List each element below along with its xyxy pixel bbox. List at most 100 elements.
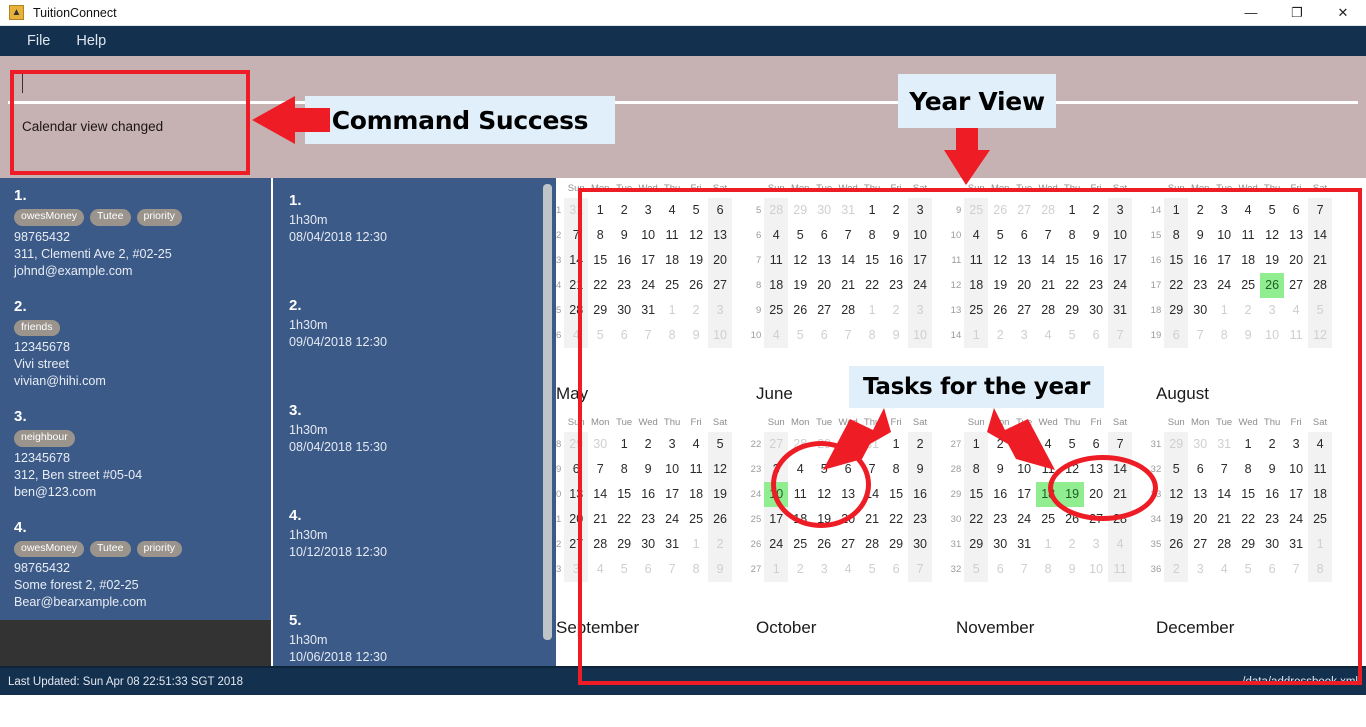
calendar-month[interactable]: MaySunMonTueWedThuFriSat1829301234519678… bbox=[556, 378, 738, 582]
calendar-day-cell[interactable]: 12 bbox=[1060, 457, 1084, 482]
calendar-day-cell[interactable]: 14 bbox=[1036, 248, 1060, 273]
calendar-day-cell[interactable]: 28 bbox=[1036, 198, 1060, 223]
calendar-day-cell[interactable]: 4 bbox=[1236, 198, 1260, 223]
calendar-day-cell[interactable]: 5 bbox=[708, 432, 733, 457]
calendar-day-cell[interactable]: 4 bbox=[684, 432, 708, 457]
calendar-day-cell[interactable]: 2 bbox=[1236, 298, 1260, 323]
calendar-day-cell[interactable]: 12 bbox=[708, 457, 733, 482]
calendar-day-cell[interactable]: 27 bbox=[764, 432, 789, 457]
calendar-day-cell[interactable]: 10 bbox=[908, 323, 933, 348]
calendar-day-cell[interactable]: 13 bbox=[836, 482, 860, 507]
calendar-day-cell[interactable]: 13 bbox=[1188, 482, 1212, 507]
calendar-day-cell[interactable]: 3 bbox=[908, 198, 933, 223]
calendar-day-cell[interactable]: 16 bbox=[612, 248, 636, 273]
calendar-day-cell[interactable]: 31 bbox=[1012, 532, 1036, 557]
calendar-day-cell[interactable]: 2 bbox=[788, 557, 812, 582]
calendar-day-cell[interactable]: 6 bbox=[1188, 457, 1212, 482]
calendar-day-cell[interactable]: 5 bbox=[1260, 198, 1284, 223]
calendar-day-cell[interactable]: 19 bbox=[1260, 248, 1284, 273]
scrollbar-thumb[interactable] bbox=[543, 184, 552, 640]
task-card[interactable]: 2. 1h30m 09/04/2018 12:30 bbox=[273, 283, 556, 388]
calendar-day-cell[interactable]: 3 bbox=[812, 557, 836, 582]
calendar-day-cell[interactable]: 12 bbox=[1164, 482, 1189, 507]
calendar-day-cell[interactable]: 23 bbox=[1188, 273, 1212, 298]
calendar-day-cell[interactable]: 3 bbox=[660, 432, 684, 457]
calendar-day-cell[interactable]: 7 bbox=[660, 557, 684, 582]
calendar-day-cell[interactable]: 3 bbox=[708, 298, 733, 323]
calendar-month[interactable]: November bbox=[938, 612, 1138, 648]
calendar-day-cell[interactable]: 2 bbox=[884, 198, 908, 223]
calendar-day-cell[interactable]: 15 bbox=[964, 482, 989, 507]
calendar-day-cell[interactable]: 30 bbox=[836, 432, 860, 457]
calendar-day-cell[interactable]: 23 bbox=[612, 273, 636, 298]
calendar-day-cell[interactable]: 16 bbox=[884, 248, 908, 273]
calendar-day-cell[interactable]: 7 bbox=[1108, 432, 1133, 457]
menu-item-file[interactable]: File bbox=[14, 29, 63, 53]
calendar-day-cell[interactable]: 1 bbox=[1212, 298, 1236, 323]
calendar-day-cell[interactable]: 10 bbox=[1212, 223, 1236, 248]
calendar-day-cell[interactable]: 4 bbox=[1212, 557, 1236, 582]
calendar-month[interactable]: JanuarySunMonTueWedThuFriSat131123456278… bbox=[556, 178, 738, 348]
calendar-day-cell[interactable]: 4 bbox=[660, 198, 684, 223]
calendar-day-cell[interactable]: 11 bbox=[1236, 223, 1260, 248]
calendar-day-cell[interactable]: 17 bbox=[1212, 248, 1236, 273]
calendar-day-cell[interactable]: 13 bbox=[812, 248, 836, 273]
calendar-day-cell[interactable]: 5 bbox=[1060, 323, 1084, 348]
person-list-panel[interactable]: 1. owesMoney Tutee priority 98765432 311, Cle… bbox=[0, 178, 271, 666]
calendar-day-cell[interactable]: 20 bbox=[1012, 273, 1036, 298]
task-card[interactable]: 3. 1h30m 08/04/2018 15:30 bbox=[273, 388, 556, 493]
calendar-day-cell[interactable]: 9 bbox=[636, 457, 660, 482]
calendar-day-cell[interactable]: 14 bbox=[860, 482, 884, 507]
calendar-day-cell[interactable]: 8 bbox=[964, 457, 989, 482]
calendar-day-cell[interactable]: 10 bbox=[908, 223, 933, 248]
task-list-scrollbar[interactable] bbox=[543, 180, 554, 664]
calendar-panel[interactable]: JanuarySunMonTueWedThuFriSat131123456278… bbox=[556, 178, 1366, 666]
calendar-day-cell[interactable]: 23 bbox=[636, 507, 660, 532]
calendar-day-cell[interactable]: 9 bbox=[612, 223, 636, 248]
calendar-day-cell[interactable]: 18 bbox=[660, 248, 684, 273]
calendar-day-cell[interactable]: 3 bbox=[1084, 532, 1108, 557]
calendar-day-cell[interactable]: 9 bbox=[1188, 223, 1212, 248]
calendar-day-cell[interactable]: 10 bbox=[1260, 323, 1284, 348]
calendar-day-cell[interactable]: 6 bbox=[612, 323, 636, 348]
calendar-day-cell[interactable]: 14 bbox=[836, 248, 860, 273]
calendar-day-cell[interactable]: 31 bbox=[1108, 298, 1133, 323]
calendar-day-cell[interactable]: 31 bbox=[636, 298, 660, 323]
calendar-day-cell[interactable]: 1 bbox=[860, 198, 884, 223]
calendar-day-cell[interactable]: 3 bbox=[1260, 298, 1284, 323]
calendar-day-cell[interactable]: 5 bbox=[964, 557, 989, 582]
calendar-day-cell[interactable]: 9 bbox=[1060, 557, 1084, 582]
calendar-day-cell[interactable]: 3 bbox=[1012, 323, 1036, 348]
calendar-day-cell[interactable]: 11 bbox=[788, 482, 812, 507]
calendar-day-cell[interactable]: 7 bbox=[1108, 323, 1133, 348]
calendar-day-cell[interactable]: 2 bbox=[684, 298, 708, 323]
calendar-day-cell[interactable]: 7 bbox=[1012, 557, 1036, 582]
calendar-day-cell[interactable]: 26 bbox=[708, 507, 733, 532]
person-card[interactable]: 3. neighbour 12345678 312, Ben street #05-0… bbox=[0, 399, 271, 510]
calendar-day-cell[interactable]: 4 bbox=[1108, 532, 1133, 557]
calendar-day-cell[interactable]: 8 bbox=[1060, 223, 1084, 248]
calendar-day-cell[interactable]: 22 bbox=[1236, 507, 1260, 532]
calendar-day-cell[interactable]: 26 bbox=[812, 532, 836, 557]
calendar-day-cell[interactable]: 8 bbox=[1164, 223, 1189, 248]
calendar-day-cell[interactable]: 8 bbox=[1212, 323, 1236, 348]
calendar-day-cell[interactable]: 18 bbox=[764, 273, 789, 298]
calendar-day-cell[interactable]: 2 bbox=[1164, 557, 1189, 582]
calendar-day-cell[interactable]: 16 bbox=[988, 482, 1012, 507]
calendar-day-cell[interactable]: 4 bbox=[1036, 432, 1060, 457]
calendar-day-cell[interactable]: 17 bbox=[660, 482, 684, 507]
calendar-day-cell[interactable]: 14 bbox=[588, 482, 612, 507]
calendar-day-cell[interactable]: 21 bbox=[588, 507, 612, 532]
calendar-month[interactable]: June Sun Mon Tue Wed Thu Fri Sat 22 27 28 29 30 31 1 2 2… bbox=[738, 378, 938, 582]
calendar-day-cell[interactable]: 1 bbox=[964, 432, 989, 457]
calendar-day-cell[interactable]: 16 bbox=[1084, 248, 1108, 273]
calendar-day-cell[interactable]: 3 bbox=[1012, 432, 1036, 457]
calendar-day-cell[interactable]: 26 bbox=[684, 273, 708, 298]
calendar-day-cell[interactable]: 18 bbox=[1036, 482, 1061, 507]
calendar-day-cell[interactable]: 5 bbox=[1060, 432, 1084, 457]
calendar-day-cell[interactable]: 2 bbox=[988, 432, 1012, 457]
calendar-day-cell[interactable]: 25 bbox=[684, 507, 708, 532]
calendar-day-cell[interactable]: 6 bbox=[836, 457, 860, 482]
calendar-month[interactable]: FebruarySunMonTueWedThuFriSat52829303112… bbox=[738, 178, 938, 348]
calendar-day-cell[interactable]: 1 bbox=[884, 432, 908, 457]
